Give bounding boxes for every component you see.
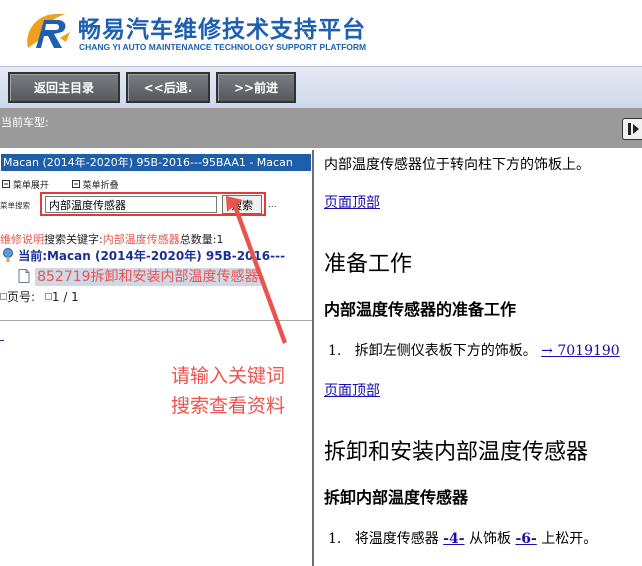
current-model-label: 当前车型: [1,116,49,129]
remove-step-1-text-c: 上松开。 [536,531,598,547]
search-result-link[interactable]: 852719拆卸和安装内部温度传感器 [35,268,261,286]
model-select-button[interactable] [622,118,642,140]
home-button[interactable]: 返回主目录 [8,72,120,103]
prep-step-1-num: 1. [328,343,342,359]
left-dash-link[interactable] [0,340,4,341]
annotation-line-2: 搜索查看资料 [171,395,286,417]
pager-box-icon [0,293,7,300]
subheading-preparation: 内部温度传感器的准备工作 [324,300,517,319]
search-highlight-frame: 搜索 [40,192,266,216]
car-node-icon [3,248,13,262]
pager: 页号: 1 / 1 [0,288,79,305]
current-node[interactable]: 当前:Macan (2014年-2020年) 95B-2016--- [2,247,285,264]
tree-title: Macan (2014年-2020年) 95B-2016---95BAA1 - … [1,154,311,171]
intro-text: 内部温度传感器位于转向柱下方的饰板上。 [324,157,590,173]
ref-link-6[interactable]: -6- [515,531,536,547]
header: 畅易汽车维修技术支持平台 CHANG YI AUTO MAINTENANCE T… [0,0,642,66]
remove-step-1-text-b: 从饰板 [464,531,516,547]
menu-collapse[interactable]: 菜单折叠 [71,180,129,191]
page-top-link-2[interactable]: 页面顶部 [324,380,380,400]
collapse-icon [71,180,80,188]
document-icon [18,269,30,283]
page-value: 1 / 1 [51,290,79,304]
search-row: 菜单搜索 搜索 ... [0,192,312,216]
page-label: 页号: [7,290,36,304]
result-keyword-label: 搜索关键字: [44,233,103,246]
ref-link-4[interactable]: -4- [443,531,464,547]
search-button[interactable]: 搜索 [222,195,262,214]
brand-subtitle: CHANG YI AUTO MAINTENANCE TECHNOLOGY SUP… [79,42,367,52]
result-count-label: 总数量: [179,233,217,246]
forward-button[interactable]: >>前进 [216,72,296,103]
remove-step-1-num: 1. [328,531,342,547]
search-input[interactable] [45,196,217,213]
content-pane: 内部温度传感器位于转向柱下方的饰板上。 页面顶部 准备工作 内部温度传感器的准备… [316,150,642,566]
menu-expand-label: 菜单展开 [12,181,49,191]
left-divider [0,320,312,321]
tree-controls: 菜单展开 菜单折叠 [2,178,139,191]
search-ellipsis: ... [268,200,277,210]
logo-icon [27,14,70,48]
heading-preparation: 准备工作 [324,252,413,277]
subheading-remove: 拆卸内部温度传感器 [324,488,469,507]
annotation-text: 请输入关键词 搜索查看资料 [171,361,285,421]
brand-title: 畅易汽车维修技术支持平台 [78,17,366,43]
arrow-right-icon [628,123,639,135]
left-pane: Macan (2014年-2020年) 95B-2016---95BAA1 - … [0,150,314,566]
pager-box-icon-2 [44,293,52,300]
prep-step-1-link[interactable]: → 7019190 [541,343,620,359]
search-result-summary: 维修说明搜索关键字:内部温度传感器总数量:1 [0,231,223,247]
result-keyword: 内部温度传感器 [102,233,180,246]
prep-step-1-text: 拆卸左侧仪表板下方的饰板。 [354,343,537,359]
result-prefix: 维修说明 [0,233,44,246]
menu-collapse-label: 菜单折叠 [82,181,119,191]
expand-icon [2,180,10,188]
search-caption: 菜单搜索 [0,201,30,210]
remove-step-1-text-a: 将温度传感器 [354,531,444,547]
current-node-label: 当前:Macan (2014年-2020年) 95B-2016--- [18,249,286,263]
search-result-item[interactable]: 852719拆卸和安装内部温度传感器 [18,266,261,286]
remove-step-1: 1. 将温度传感器 -4- 从饰板 -6- 上松开。 [328,528,597,548]
menu-expand[interactable]: 菜单展开 [2,180,62,191]
prep-step-1: 1. 拆卸左侧仪表板下方的饰板。 → 7019190 [328,340,620,360]
back-button[interactable]: <<后退. [126,72,210,103]
model-bar: 当前车型: [0,108,642,148]
heading-remove-install: 拆卸和安装内部温度传感器 [324,440,589,465]
result-count: 1 [216,233,224,246]
toolbar: 返回主目录 <<后退. >>前进 [0,66,642,108]
page-top-link-1[interactable]: 页面顶部 [324,192,380,212]
annotation-line-1: 请输入关键词 [171,365,286,387]
